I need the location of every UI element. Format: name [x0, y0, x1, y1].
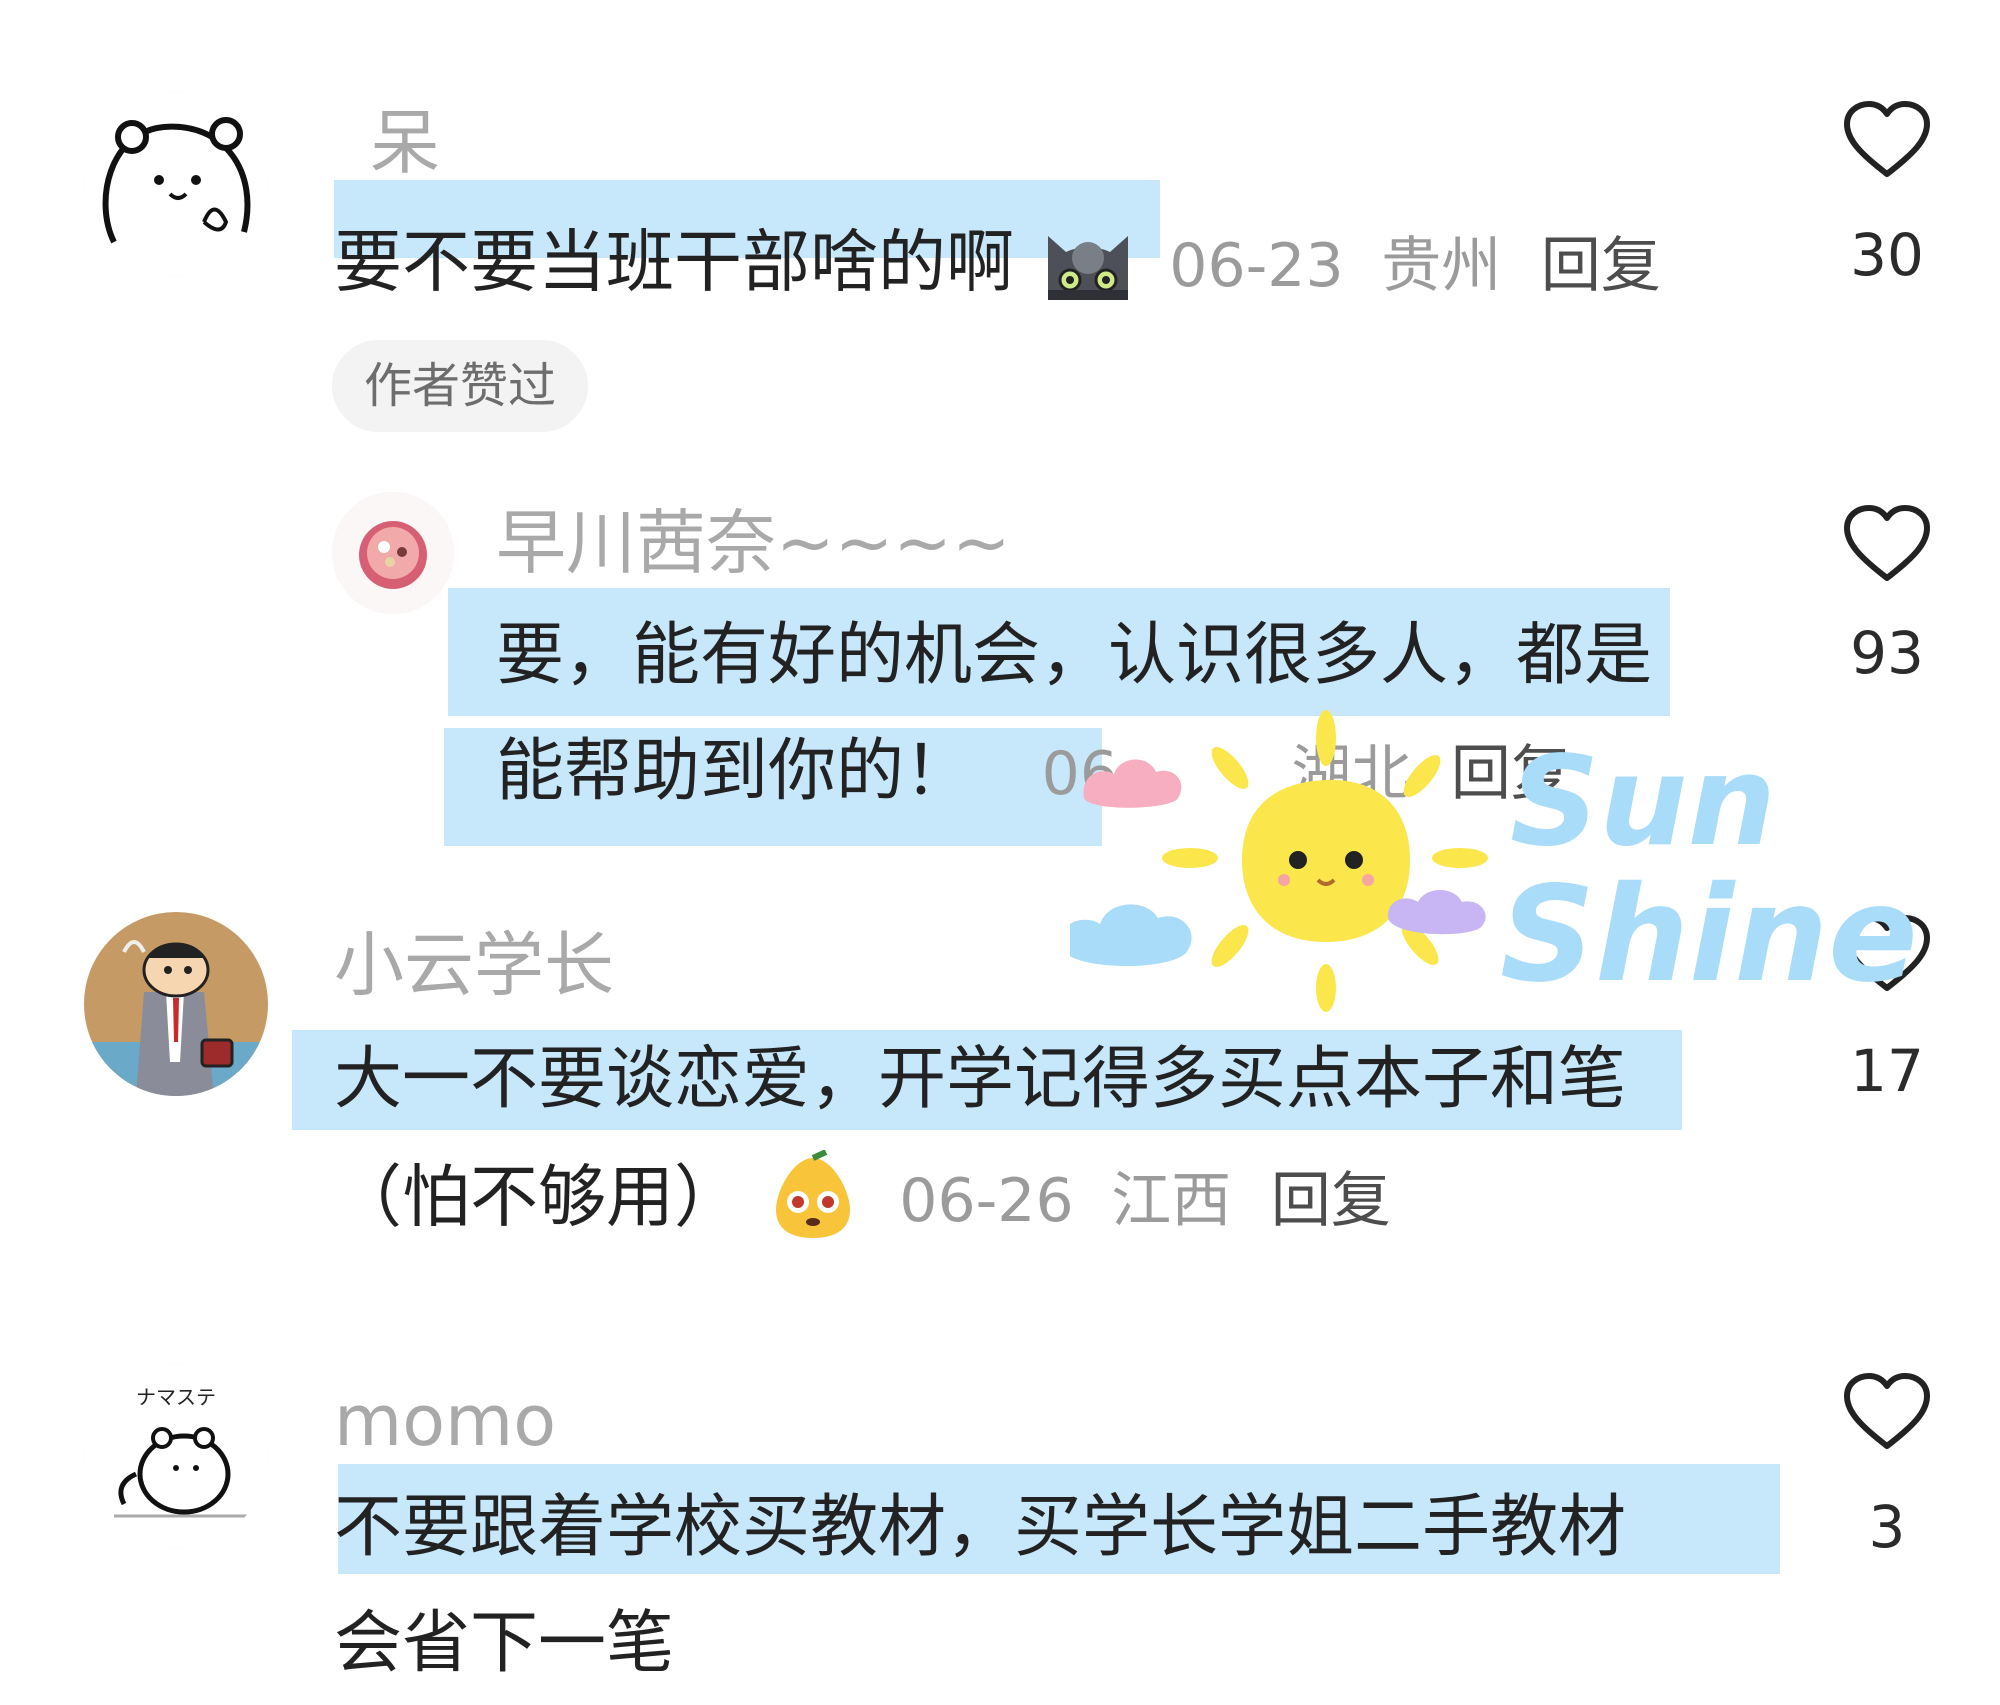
comment-text-line-1: 大一不要谈恋爱，开学记得多买点本子和笔: [334, 1040, 1627, 1119]
sun-sticker-icon: Sun Shine: [1059, 710, 1930, 1040]
cat-emoji-icon: [1042, 218, 1134, 316]
sticker-text-sun: Sun: [1510, 730, 1776, 874]
comment-text-line-2: （怕不够用） 06-26 江西 回复: [334, 1149, 1391, 1254]
like-button[interactable]: [1842, 1372, 1932, 1452]
like-button[interactable]: [1842, 100, 1932, 180]
bear-avatar-icon: [84, 92, 268, 276]
like-count: 30: [1850, 221, 1924, 289]
avatar[interactable]: [332, 492, 454, 614]
username[interactable]: 早川茜奈~~~~: [496, 508, 1011, 578]
pear-face-emoji-icon: [768, 1149, 858, 1254]
reply-button[interactable]: 回复: [1271, 1166, 1391, 1236]
comment-text-line-1: 要，能有好的机会，认识很多人，都是: [496, 616, 1653, 695]
comment-location: 贵州: [1381, 230, 1502, 301]
avatar[interactable]: [84, 912, 268, 1096]
comment-text-line-1: 不要跟着学校买教材，买学长学姐二手教材: [334, 1488, 1627, 1567]
heart-icon: [1844, 505, 1930, 581]
avatar[interactable]: [84, 92, 268, 276]
comment-date: 06-26: [899, 1165, 1074, 1236]
dessert-avatar-icon: [332, 492, 454, 614]
like-count: 17: [1850, 1037, 1924, 1105]
reply-button[interactable]: 回复: [1541, 231, 1661, 301]
author-liked-badge: 作者赞过: [332, 340, 589, 432]
svg-text:ナマステ: ナマステ: [136, 1385, 216, 1409]
bear-avatar-icon: ナマステ: [84, 1364, 268, 1548]
username[interactable]: 小云学长: [334, 930, 614, 1000]
sticker-text-shine: Shine: [1500, 858, 1918, 1012]
heart-icon: [1844, 1373, 1930, 1449]
username[interactable]: momo: [334, 1386, 556, 1456]
comment-location: 江西: [1111, 1165, 1232, 1236]
comment-text: 要不要当班干部啥的啊 06-23 贵州 回复: [334, 218, 1661, 316]
heart-icon: [1844, 101, 1930, 177]
comment-date: 06-23: [1169, 230, 1344, 301]
like-count: 93: [1850, 619, 1924, 687]
avatar[interactable]: ナマステ: [84, 1364, 268, 1548]
comment-text-line-2: 会省下一笔: [334, 1604, 675, 1683]
username[interactable]: 呆: [370, 108, 440, 178]
like-count: 3: [1868, 1493, 1906, 1561]
like-button[interactable]: [1842, 504, 1932, 584]
cartoon-boy-avatar-icon: [84, 912, 268, 1096]
